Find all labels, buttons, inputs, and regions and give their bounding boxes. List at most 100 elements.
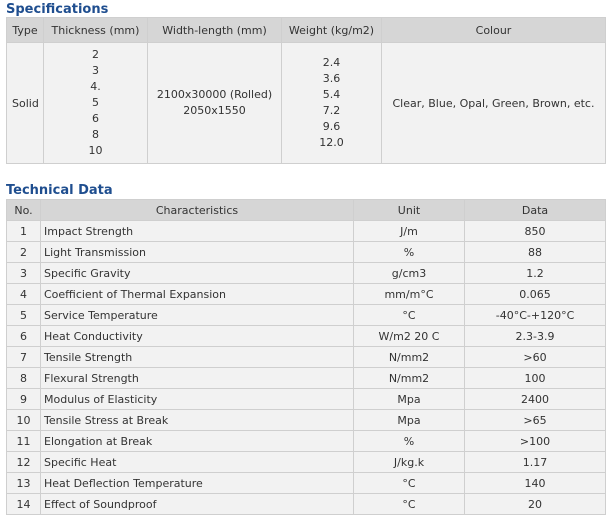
characteristic: Tensile Strength [40,346,354,368]
width-length-value: 2050x1550 [183,104,246,117]
technical-header-row: No. Characteristics Unit Data [6,199,606,221]
weight-value: 5.4 [322,88,341,101]
unit: °C [353,493,465,515]
unit: J/kg.k [353,451,465,473]
thickness-value: 6 [92,112,99,125]
thickness-value: 2 [92,48,99,61]
table-row: 10 Tensile Stress at Break Mpa >65 [6,409,606,431]
header-thickness: Thickness (mm) [43,17,148,43]
table-row: 8 Flexural Strength N/mm2 100 [6,367,606,389]
unit: % [353,430,465,452]
row-number: 1 [6,220,41,242]
data-value: 100 [464,367,606,389]
specifications-title: Specifications [6,2,109,17]
data-value: 1.2 [464,262,606,284]
data-value: >100 [464,430,606,452]
width-length-cell: 2100x30000 (Rolled) 2050x1550 [147,42,282,164]
thickness-value: 3 [92,64,99,77]
table-row: 5 Service Temperature °C -40°C-+120°C [6,304,606,326]
characteristic: Effect of Soundproof [40,493,354,515]
type-cell: Solid [6,42,44,164]
weight-cell: 2.4 3.6 5.4 7.2 9.6 12.0 [281,42,382,164]
characteristic: Specific Gravity [40,262,354,284]
header-unit: Unit [353,199,465,221]
characteristic: Coefficient of Thermal Expansion [40,283,354,305]
characteristic: Modulus of Elasticity [40,388,354,410]
characteristic: Service Temperature [40,304,354,326]
unit: N/mm2 [353,367,465,389]
weight-list: 2.4 3.6 5.4 7.2 9.6 12.0 [282,55,381,151]
unit: J/m [353,220,465,242]
characteristic: Flexural Strength [40,367,354,389]
data-value: 140 [464,472,606,494]
data-value: 2.3-3.9 [464,325,606,347]
thickness-value: 10 [88,144,103,157]
characteristic: Elongation at Break [40,430,354,452]
thickness-value: 8 [92,128,99,141]
row-number: 2 [6,241,41,263]
unit: mm/m°C [353,283,465,305]
data-value: 850 [464,220,606,242]
row-number: 9 [6,388,41,410]
header-no: No. [6,199,41,221]
data-value: -40°C-+120°C [464,304,606,326]
thickness-value: 5 [92,96,99,109]
row-number: 10 [6,409,41,431]
weight-value: 3.6 [322,72,341,85]
characteristic: Specific Heat [40,451,354,473]
header-characteristics: Characteristics [40,199,354,221]
table-row: 13 Heat Deflection Temperature °C 140 [6,472,606,494]
table-row: 3 Specific Gravity g/cm3 1.2 [6,262,606,284]
data-value: 1.17 [464,451,606,473]
table-row: 14 Effect of Soundproof °C 20 [6,493,606,515]
unit: W/m2 20 C [353,325,465,347]
row-number: 5 [6,304,41,326]
specifications-header-row: Type Thickness (mm) Width-length (mm) We… [6,17,606,43]
characteristic: Impact Strength [40,220,354,242]
specifications-row: Solid 2 3 4. 5 6 8 10 2100x30000 (Rolled… [6,42,606,164]
data-value: >60 [464,346,606,368]
thickness-cell: 2 3 4. 5 6 8 10 [43,42,148,164]
weight-value: 9.6 [322,120,341,133]
weight-value: 7.2 [322,104,341,117]
row-number: 8 [6,367,41,389]
header-data: Data [464,199,606,221]
header-colour: Colour [381,17,606,43]
row-number: 4 [6,283,41,305]
data-value: 20 [464,493,606,515]
data-value: >65 [464,409,606,431]
weight-value: 12.0 [319,136,344,149]
technical-data-table: No. Characteristics Unit Data 1 Impact St… [6,199,606,515]
table-row: 4 Coefficient of Thermal Expansion mm/m°C 0… [6,283,606,305]
unit: g/cm3 [353,262,465,284]
table-row: 11 Elongation at Break% >100 [6,430,606,452]
data-value: 2400 [464,388,606,410]
unit: °C [353,472,465,494]
data-value: 88 [464,241,606,263]
row-number: 13 [6,472,41,494]
unit: Mpa [353,388,465,410]
header-weight: Weight (kg/m2) [281,17,382,43]
row-number: 11 [6,430,41,452]
unit: N/mm2 [353,346,465,368]
table-row: 1 Impact Strength J/m 850 [6,220,606,242]
technical-data-title: Technical Data [6,183,113,198]
row-number: 12 [6,451,41,473]
characteristic: Heat Conductivity [40,325,354,347]
table-row: 2 Light Transmission% 88 [6,241,606,263]
weight-value: 2.4 [322,56,341,69]
width-length-value: 2100x30000 (Rolled) [156,88,273,101]
technical-data-body: 1 Impact Strength J/m 850 2 Light Transmissi… [6,220,606,515]
data-value: 0.065 [464,283,606,305]
row-number: 6 [6,325,41,347]
table-row: 6 Heat Conductivity W/m2 20 C 2.3-3.9 [6,325,606,347]
table-row: 9 Modulus of Elasticity Mpa 2400 [6,388,606,410]
thickness-value: 4. [90,80,101,93]
header-type: Type [6,17,44,43]
unit: % [353,241,465,263]
unit: °C [353,304,465,326]
specifications-table: Type Thickness (mm) Width-length (mm) We… [6,17,606,164]
table-row: 7 Tensile Strength N/mm2 >60 [6,346,606,368]
table-row: 12 Specific Heat J/kg.k 1.17 [6,451,606,473]
characteristic: Tensile Stress at Break [40,409,354,431]
